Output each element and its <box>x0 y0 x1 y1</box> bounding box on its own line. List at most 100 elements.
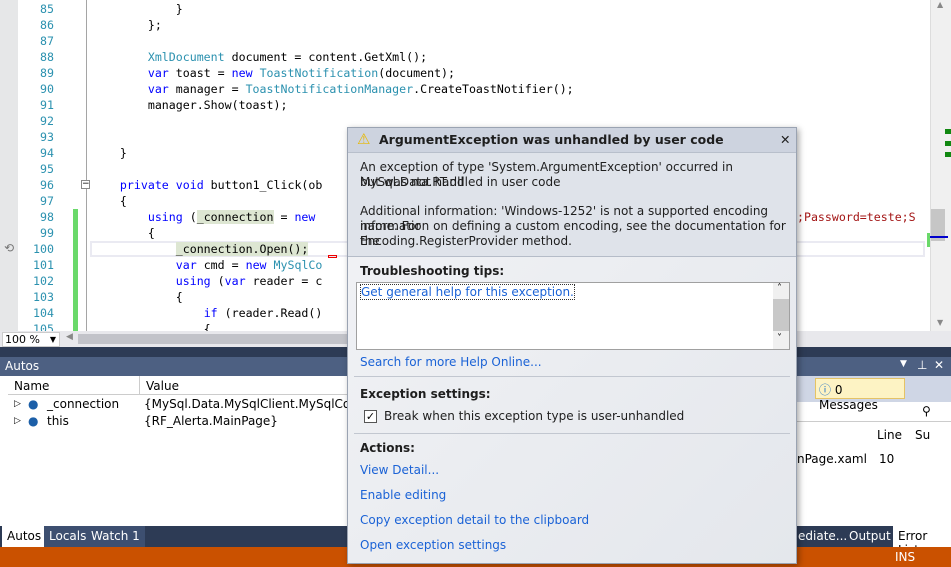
line-number: 103 <box>33 290 54 304</box>
outline-margin <box>86 0 87 331</box>
break-checkbox-label[interactable]: Break when this exception type is user-u… <box>384 409 684 424</box>
line-number: 99 <box>40 226 54 240</box>
code-token: toast = <box>168 66 232 80</box>
code-line: { <box>92 193 127 209</box>
code-line: } <box>92 1 183 17</box>
code-line: }; <box>92 17 162 33</box>
var-name: _connection <box>47 397 120 411</box>
column-name[interactable]: Name <box>8 376 140 395</box>
line-number: 91 <box>40 98 54 112</box>
code-token: { <box>92 322 211 331</box>
code-line: private void button1_Click(ob <box>92 177 322 193</box>
line-number: 94 <box>40 146 54 160</box>
expand-icon[interactable]: ▷ <box>14 399 21 409</box>
open-exception-settings-link[interactable]: Open exception settings <box>360 538 506 553</box>
expand-icon[interactable]: ▷ <box>14 416 21 426</box>
enable-editing-link[interactable]: Enable editing <box>360 488 446 503</box>
close-icon[interactable]: ✕ <box>934 358 944 372</box>
additional-info-3: Encoding.RegisterProvider method. <box>360 234 572 248</box>
code-token: var <box>175 258 197 272</box>
line-number: 93 <box>40 130 54 144</box>
connection-string-fragment: t;Password=teste;S <box>790 210 916 224</box>
error-file[interactable]: nPage.xaml <box>797 452 867 466</box>
code-token: button1_Click(ob <box>203 178 323 192</box>
dropdown-icon[interactable]: ▼ <box>900 359 907 369</box>
line-number: 85 <box>40 2 54 16</box>
line-number: 92 <box>40 114 54 128</box>
dialog-title: ArgumentException was unhandled by user … <box>379 132 724 147</box>
copy-exception-link[interactable]: Copy exception detail to the clipboard <box>360 513 589 528</box>
column-line[interactable]: Line <box>877 428 902 442</box>
code-token: _connection <box>196 210 274 224</box>
view-detail-link[interactable]: View Detail... <box>360 463 439 478</box>
code-token: (document); <box>378 66 456 80</box>
general-help-link[interactable]: Get general help for this exception. <box>360 284 575 300</box>
search-icon: ⚲ <box>922 404 931 418</box>
code-token: document = content.GetXml(); <box>224 50 428 64</box>
code-line: _connection.Open(); <box>92 241 309 257</box>
code-token: { <box>92 290 183 304</box>
tab-watch-1[interactable]: Watch 1 <box>86 526 145 547</box>
tab-output[interactable]: Output <box>844 526 896 547</box>
actions-heading: Actions: <box>360 441 415 455</box>
troubleshooting-heading: Troubleshooting tips: <box>360 264 505 278</box>
code-token: } <box>92 2 183 16</box>
break-checkbox[interactable]: ✓ <box>364 410 377 423</box>
line-number: 95 <box>40 162 54 176</box>
tab-error-list[interactable]: Error List <box>893 526 951 557</box>
object-icon: ● <box>28 414 39 428</box>
line-number: 86 <box>40 18 54 32</box>
code-token: var <box>147 82 169 96</box>
close-icon[interactable]: ✕ <box>780 132 790 147</box>
exception-message-2: but was not handled in user code <box>360 175 561 189</box>
vertical-scrollbar[interactable]: ▲ ▼ <box>927 0 951 331</box>
code-line: { <box>92 225 155 241</box>
code-token: { <box>92 226 155 240</box>
code-line: XmlDocument document = content.GetXml(); <box>92 49 427 65</box>
pin-icon[interactable]: ⊥ <box>917 358 927 372</box>
code-token: { <box>92 194 127 208</box>
line-number: 98 <box>40 210 54 224</box>
line-number: 96 <box>40 178 54 192</box>
chevron-down-icon: ▼ <box>49 335 56 344</box>
line-number: 88 <box>40 50 54 64</box>
insert-mode: INS <box>895 550 916 564</box>
code-token: manager.Show(toast); <box>92 98 288 112</box>
zoom-combo[interactable]: 100 % ▼ <box>2 332 60 347</box>
code-token: XmlDocument <box>147 50 225 64</box>
code-line: manager.Show(toast); <box>92 97 288 113</box>
search-help-online-link[interactable]: Search for more Help Online... <box>360 355 542 370</box>
zoom-value: 100 % <box>5 333 40 346</box>
collapse-icon[interactable]: − <box>81 180 90 189</box>
code-line: using (_connection = new <box>92 209 315 225</box>
warning-icon: ⚠ <box>357 130 371 148</box>
dialog-title-bar: ⚠ ArgumentException was unhandled by use… <box>348 128 796 153</box>
tips-scrollbar[interactable]: ˄ ˅ <box>773 283 789 349</box>
code-token: ( <box>182 210 197 224</box>
column-suppression[interactable]: Su <box>915 428 930 442</box>
error-list-panel: ⓘ 0 Messages ⚲ Line Su nPage.xaml 10 <box>797 376 951 526</box>
search-error-list[interactable]: ⚲ <box>797 402 951 422</box>
var-name: this <box>47 414 69 428</box>
code-token: _connection.Open(); <box>175 242 309 256</box>
error-line[interactable]: 10 <box>879 452 894 466</box>
code-token: } <box>92 146 127 160</box>
change-marker <box>927 233 930 247</box>
code-token: = <box>273 210 295 224</box>
code-token: using <box>147 210 183 224</box>
caret-marker <box>928 236 948 238</box>
var-value: {MySql.Data.MySqlClient.MySqlConne <box>144 397 373 411</box>
code-token: if <box>203 306 218 320</box>
column-value[interactable]: Value <box>140 376 350 395</box>
code-token: var <box>224 274 246 288</box>
messages-filter-button[interactable]: ⓘ 0 Messages <box>815 378 905 412</box>
tab-autos[interactable]: Autos <box>2 526 47 547</box>
tab-locals[interactable]: Locals <box>44 526 92 547</box>
